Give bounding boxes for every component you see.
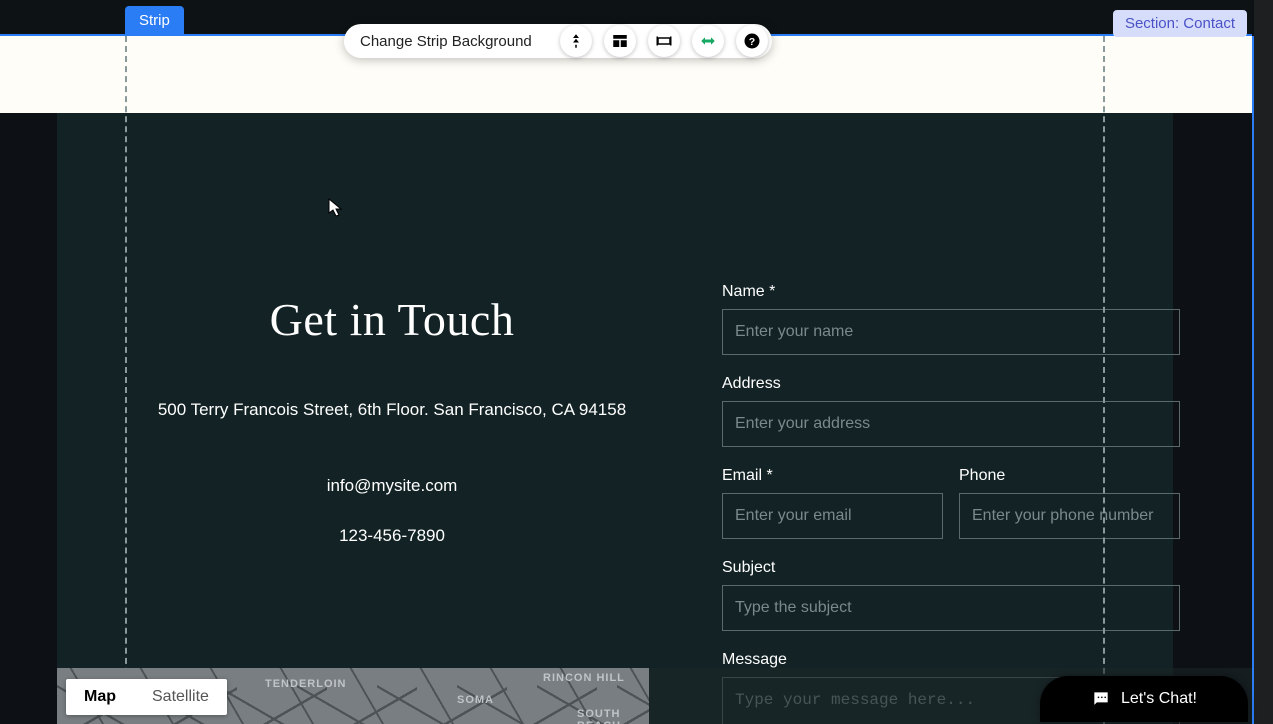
svg-text:?: ? [749, 36, 755, 48]
contact-strip[interactable]: Get in Touch 500 Terry Francois Street, … [57, 113, 1173, 724]
map-type-toggle: Map Satellite [66, 679, 227, 715]
selection-border-right [1252, 36, 1254, 724]
editor-guide-left [125, 36, 127, 724]
contact-email: info@mysite.com [157, 476, 627, 496]
address-input[interactable] [722, 401, 1180, 447]
address-label: Address [722, 375, 1180, 393]
map-tab-satellite[interactable]: Satellite [134, 679, 227, 715]
map-label-tenderloin: TENDERLOIN [265, 678, 347, 690]
contact-address: 500 Terry Francois Street, 6th Floor. Sa… [157, 400, 627, 420]
message-label: Message [722, 651, 1180, 669]
phone-input[interactable] [959, 493, 1180, 539]
map-label-rincon: RINCON HILL [543, 672, 625, 684]
chat-icon [1091, 689, 1111, 709]
section-badge[interactable]: Section: Contact [1113, 10, 1247, 37]
strip-badge[interactable]: Strip [125, 6, 184, 35]
change-strip-background-button[interactable]: Change Strip Background [344, 26, 548, 57]
map-tab-map[interactable]: Map [66, 679, 134, 715]
phone-label: Phone [959, 467, 1180, 485]
contact-info-column: Get in Touch 500 Terry Francois Street, … [157, 293, 627, 546]
chat-label: Let's Chat! [1121, 690, 1197, 708]
mouse-cursor-icon [328, 198, 344, 218]
map-label-south-beach: SOUTH BEACH [577, 708, 649, 724]
horizontal-resize-icon[interactable] [692, 25, 724, 57]
subject-label: Subject [722, 559, 1180, 577]
email-label: Email * [722, 467, 943, 485]
scrollbar-track[interactable] [1254, 0, 1273, 724]
name-label: Name * [722, 283, 1180, 301]
layout-icon[interactable] [604, 25, 636, 57]
email-input[interactable] [722, 493, 943, 539]
help-icon[interactable]: ? [736, 25, 768, 57]
editor-canvas: Strip Section: Contact Change Strip Back… [0, 0, 1273, 724]
editor-guide-right [1103, 36, 1105, 724]
stretch-icon[interactable] [648, 25, 680, 57]
contact-phone: 123-456-7890 [157, 526, 627, 546]
strip-toolbar: Change Strip Background ? [344, 24, 772, 58]
subject-input[interactable] [722, 585, 1180, 631]
contact-form: Name * Address Email * Phone Subject [722, 283, 1180, 724]
chat-widget[interactable]: Let's Chat! [1040, 676, 1248, 722]
map-widget[interactable]: TENDERLOIN SOMA RINCON HILL SOUTH BEACH … [57, 668, 649, 724]
contact-heading: Get in Touch [157, 293, 627, 346]
map-label-soma: SOMA [457, 694, 494, 706]
animation-icon[interactable] [560, 25, 592, 57]
name-input[interactable] [722, 309, 1180, 355]
